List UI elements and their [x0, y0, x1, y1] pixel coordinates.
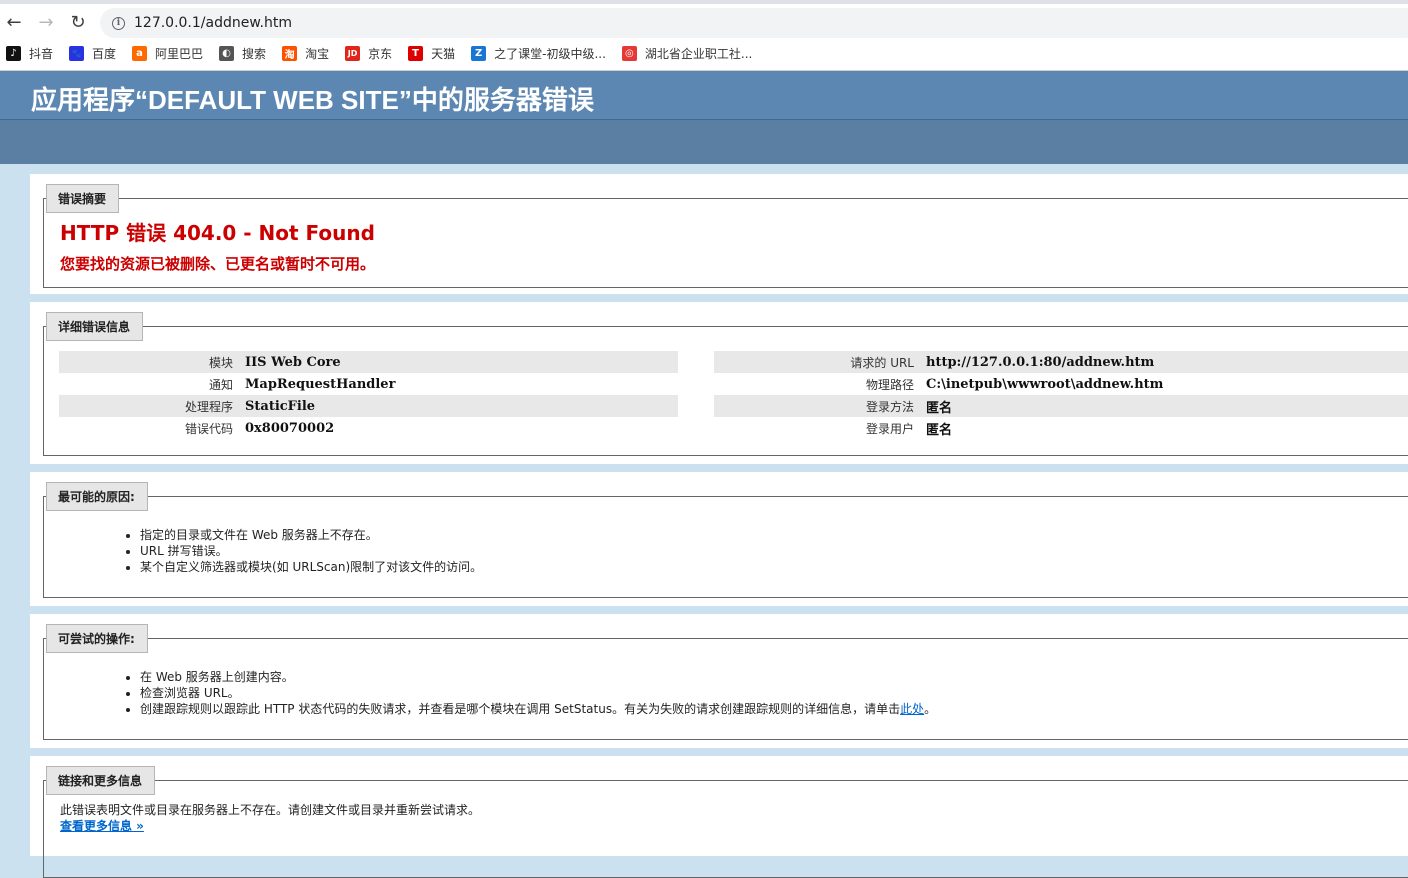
detail-key: 模块 [208, 355, 233, 370]
detail-row-logon-user: 登录用户 匿名 [714, 417, 1408, 439]
detail-value: StaticFile [245, 398, 316, 414]
bookmarks-bar: ♪ 抖音 🐾 百度 a 阿里巴巴 ◐ 搜索淘淘宝 JD 京东 T 天猫 Z 之了课堂-初级中级... ◎ 湖北… [0, 41, 1408, 65]
detail-value: C:\inetpub\wwwroot\addnew.htm [926, 376, 1164, 392]
details-legend: 详细错误信息 [46, 312, 144, 341]
taobao-icon: 淘 [282, 45, 298, 61]
page-subheader [0, 120, 1408, 164]
detail-row-logon-method: 登录方法 匿名 [714, 395, 1408, 417]
bookmark-label: 抖音 [29, 46, 54, 61]
detail-value: http://127.0.0.1:80/addnew.htm [926, 354, 1155, 370]
alibaba-icon: a [132, 45, 148, 61]
forward-arrow-icon[interactable]: → [34, 10, 58, 34]
list-item: 某个自定义筛选器或模块(如 URLScan)限制了对该文件的访问。 [140, 559, 482, 575]
links-box: 链接和更多信息 [43, 766, 1408, 878]
here-link[interactable]: 此处 [900, 702, 924, 716]
detail-row-request-url: 请求的 URL http://127.0.0.1:80/addnew.htm [714, 351, 1408, 373]
causes-list: 指定的目录或文件在 Web 服务器上不存在。 URL 拼写错误。 某个自定义筛选… [140, 527, 482, 575]
actions-panel: 可尝试的操作: 在 Web 服务器上创建内容。 检查浏览器 URL。 创建跟踪规… [30, 614, 1408, 748]
links-panel: 链接和更多信息 此错误表明文件或目录在服务器上不存在。请创建文件或目录并重新尝试… [30, 756, 1408, 878]
detail-key: 错误代码 [184, 421, 233, 436]
detail-key: 登录用户 [865, 421, 914, 436]
bookmark-label: 搜索 [242, 46, 267, 61]
list-item: 创建跟踪规则以跟踪此 HTTP 状态代码的失败请求，并查看是哪个模块在调用 Se… [140, 701, 936, 717]
detail-value: 匿名 [926, 400, 953, 416]
bookmark-label: 京东 [368, 46, 393, 61]
action-end: 。 [924, 702, 937, 716]
douyin-icon: ♪ [6, 45, 21, 61]
bookmark-label: 阿里巴巴 [155, 46, 204, 61]
bookmark-item[interactable]: a 阿里巴巴 [132, 45, 203, 62]
detail-key: 登录方法 [865, 399, 914, 414]
bookmark-item[interactable]: ◐ 搜索 [219, 45, 266, 62]
reload-icon[interactable]: ↻ [66, 10, 90, 34]
bookmark-label: 天猫 [431, 46, 456, 61]
zhiliao-icon: Z [471, 45, 487, 61]
details-panel: 详细错误信息 模块 IIS Web Core 通知 MapRequestHand… [30, 302, 1408, 464]
bookmark-item[interactable]: ♪ 抖音 [6, 45, 53, 62]
list-item: URL 拼写错误。 [140, 543, 482, 559]
list-item: 指定的目录或文件在 Web 服务器上不存在。 [140, 527, 482, 543]
bookmark-label: 百度 [92, 46, 117, 61]
back-arrow-icon[interactable]: ← [2, 10, 26, 34]
baidu-paw-icon: 🐾 [69, 45, 85, 61]
list-item: 检查浏览器 URL。 [140, 685, 936, 701]
detail-value: 匿名 [926, 422, 953, 438]
browser-toolbar: ← → ↻ i 127.0.0.1/addnew.htm [0, 0, 1408, 41]
actions-list: 在 Web 服务器上创建内容。 检查浏览器 URL。 创建跟踪规则以跟踪此 HT… [140, 669, 936, 717]
bookmark-item[interactable]: 淘淘宝 [282, 45, 329, 62]
error-title: HTTP 错误 404.0 - Not Found [60, 221, 375, 245]
causes-panel: 最可能的原因: 指定的目录或文件在 Web 服务器上不存在。 URL 拼写错误。… [30, 472, 1408, 606]
causes-legend: 最可能的原因: [46, 482, 148, 511]
detail-key: 处理程序 [184, 399, 233, 414]
action-text: 创建跟踪规则以跟踪此 HTTP 状态代码的失败请求，并查看是哪个模块在调用 Se… [140, 702, 901, 716]
detail-key: 请求的 URL [850, 355, 914, 370]
detail-key: 通知 [208, 377, 233, 392]
tmall-icon: T [408, 45, 424, 61]
detail-row-error-code: 错误代码 0x80070002 [59, 417, 678, 439]
bookmark-item[interactable]: 🐾 百度 [69, 45, 116, 62]
detail-value: MapRequestHandler [245, 376, 396, 392]
bookmark-item[interactable]: ◎ 湖北省企业职工社... [621, 45, 753, 62]
bookmark-item[interactable]: Z 之了课堂-初级中级... [471, 45, 606, 62]
bookmark-item[interactable]: T 天猫 [408, 45, 455, 62]
bookmark-item[interactable]: JD 京东 [345, 45, 392, 62]
detail-value: 0x80070002 [245, 420, 335, 436]
detail-row-physical-path: 物理路径 C:\inetpub\wwwroot\addnew.htm [714, 373, 1408, 395]
detail-value: IIS Web Core [245, 354, 341, 370]
jd-icon: JD [345, 45, 361, 61]
more-info-link[interactable]: 查看更多信息 » [60, 818, 144, 834]
detail-key: 物理路径 [865, 377, 914, 392]
page-title: 应用程序“DEFAULT WEB SITE”中的服务器错误 [31, 85, 594, 115]
summary-panel: 错误摘要 HTTP 错误 404.0 - Not Found 您要找的资源已被删… [30, 174, 1408, 294]
actions-legend: 可尝试的操作: [46, 624, 148, 653]
globe-icon: ◐ [219, 45, 235, 61]
detail-row-module: 模块 IIS Web Core [59, 351, 678, 373]
list-item: 在 Web 服务器上创建内容。 [140, 669, 936, 685]
address-bar[interactable]: i 127.0.0.1/addnew.htm [100, 8, 1408, 38]
summary-legend: 错误摘要 [46, 184, 120, 213]
detail-row-notification: 通知 MapRequestHandler [59, 373, 678, 395]
site-info-icon[interactable]: i [112, 16, 125, 30]
detail-row-handler: 处理程序 StaticFile [59, 395, 678, 417]
bookmark-label: 湖北省企业职工社... [644, 46, 753, 61]
hubei-icon: ◎ [621, 45, 637, 61]
page-header: 应用程序“DEFAULT WEB SITE”中的服务器错误 [0, 71, 1408, 120]
bookmark-label: 淘宝 [305, 46, 330, 61]
error-message: 您要找的资源已被删除、已更名或暂时不可用。 [60, 255, 376, 273]
url-text[interactable]: 127.0.0.1/addnew.htm [134, 15, 292, 31]
links-text: 此错误表明文件或目录在服务器上不存在。请创建文件或目录并重新尝试请求。 [60, 803, 481, 817]
links-legend: 链接和更多信息 [46, 766, 156, 795]
bookmark-label: 之了课堂-初级中级... [494, 46, 606, 61]
